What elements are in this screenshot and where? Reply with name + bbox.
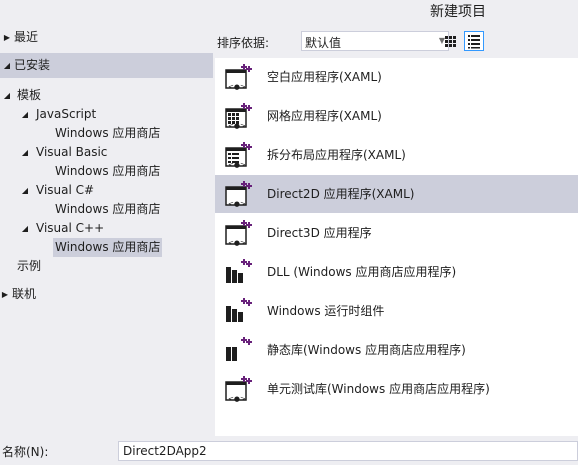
tree-item-label: Windows 应用商店 (55, 202, 161, 216)
svg-text:<●>: <●> (228, 161, 246, 169)
tree-item-cpp-store[interactable]: Windows 应用商店 (0, 238, 213, 257)
winrt-component-icon (223, 296, 253, 326)
direct2d-app-icon: <●> (223, 179, 253, 209)
template-item-label: Direct3D 应用程序 (267, 226, 372, 240)
tree-item-label: 联机 (12, 287, 37, 301)
template-item-label: 静态库(Windows 应用商店应用程序) (267, 343, 466, 357)
tree-item-label: Visual C# (36, 183, 95, 197)
svg-text:<●>: <●> (228, 239, 246, 247)
tree-item-javascript[interactable]: ◢ JavaScript (0, 105, 213, 124)
template-item[interactable]: <●> 拆分布局应用程序(XAML) (215, 136, 578, 174)
grid-view-button[interactable] (440, 31, 460, 51)
dll-icon (223, 257, 253, 287)
tree-item-label: 已安装 (14, 58, 51, 72)
tree-item-installed[interactable]: ◢ 已安装 (0, 53, 213, 78)
window-title: 新建项目 (430, 4, 486, 20)
tree-item-vb-store[interactable]: Windows 应用商店 (0, 162, 213, 181)
list-view-icon (468, 35, 480, 49)
template-item-label: 网格应用程序(XAML) (267, 109, 382, 123)
tree-item-label: JavaScript (36, 107, 97, 121)
tree-item-js-store[interactable]: Windows 应用商店 (0, 124, 213, 143)
collapsed-arrow-icon[interactable]: ▶ (0, 285, 10, 304)
list-view-button[interactable] (464, 31, 484, 51)
sort-value: 默认值 (305, 36, 342, 50)
template-item-label: DLL (Windows 应用商店应用程序) (267, 265, 457, 279)
name-row: 名称(N): (0, 437, 578, 465)
tree-item-online[interactable]: ▶ 联机 (0, 285, 213, 304)
tree-item-templates[interactable]: ◢ 模板 (0, 86, 213, 105)
unit-test-icon: <●> (223, 374, 253, 404)
tree-item-cs-store[interactable]: Windows 应用商店 (0, 200, 213, 219)
template-item[interactable]: <●> Direct3D 应用程序 (215, 214, 578, 252)
sort-dropdown[interactable]: 默认值 ▼ (301, 31, 449, 51)
expanded-arrow-icon[interactable]: ◢ (20, 143, 30, 162)
project-name-input[interactable] (118, 441, 578, 461)
grid-app-icon: <●> (223, 101, 253, 131)
tree-item-label: Windows 应用商店 (55, 126, 161, 140)
tree-item-label: Windows 应用商店 (53, 238, 163, 257)
template-item[interactable]: <●> 单元测试库(Windows 应用商店应用程序) (215, 370, 578, 408)
expanded-arrow-icon[interactable]: ◢ (20, 219, 30, 238)
tree-item-recent[interactable]: ▶ 最近 (0, 28, 213, 47)
template-item-label: Direct2D 应用程序(XAML) (267, 187, 415, 201)
svg-text:<●>: <●> (228, 83, 246, 91)
expanded-arrow-icon[interactable]: ◢ (20, 181, 30, 200)
tree-item-label: Visual Basic (36, 145, 108, 159)
expanded-arrow-icon[interactable]: ◢ (2, 86, 12, 105)
template-item[interactable]: <●> 网格应用程序(XAML) (215, 97, 578, 135)
sort-label: 排序依据: (217, 36, 270, 50)
blank-app-icon: <●> (223, 62, 253, 92)
template-item[interactable]: Windows 运行时组件 (215, 292, 578, 330)
svg-text:<●>: <●> (228, 122, 246, 130)
template-item-label: Windows 运行时组件 (267, 304, 385, 318)
tree-item-cs[interactable]: ◢ Visual C# (0, 181, 213, 200)
expanded-arrow-icon[interactable]: ◢ (20, 105, 30, 124)
grid-view-icon (445, 36, 456, 47)
template-list: <●> 空白应用程序(XAML) <●> 网格应用程序(XAML) <●> 拆分布局应用程… (215, 58, 578, 436)
tree-item-samples[interactable]: 示例 (0, 257, 213, 276)
template-item[interactable]: DLL (Windows 应用商店应用程序) (215, 253, 578, 291)
expanded-arrow-icon[interactable]: ◢ (2, 53, 12, 78)
direct3d-app-icon: <●> (223, 218, 253, 248)
tree-item-label: 模板 (17, 88, 42, 102)
tree-item-label: Visual C++ (36, 221, 105, 235)
svg-text:<●>: <●> (228, 395, 246, 403)
tree-item-vb[interactable]: ◢ Visual Basic (0, 143, 213, 162)
template-item-label: 单元测试库(Windows 应用商店应用程序) (267, 382, 490, 396)
static-lib-icon (223, 335, 253, 365)
tree-item-label: 示例 (17, 259, 42, 273)
collapsed-arrow-icon[interactable]: ▶ (2, 28, 12, 47)
template-item-label: 空白应用程序(XAML) (267, 70, 382, 84)
template-item[interactable]: 静态库(Windows 应用商店应用程序) (215, 331, 578, 369)
svg-text:<●>: <●> (228, 200, 246, 208)
template-item[interactable]: <●> Direct2D 应用程序(XAML) (215, 175, 578, 213)
tree-item-cpp[interactable]: ◢ Visual C++ (0, 219, 213, 238)
template-item[interactable]: <●> 空白应用程序(XAML) (215, 58, 578, 96)
tree-item-label: Windows 应用商店 (55, 164, 161, 178)
name-label: 名称(N): (2, 445, 49, 459)
tree-item-label: 最近 (14, 30, 39, 44)
split-app-icon: <●> (223, 140, 253, 170)
template-item-label: 拆分布局应用程序(XAML) (267, 148, 406, 162)
template-tree: ▶ 最近 ◢ 已安装 ◢ 模板 ◢ JavaScript Windows 应用商… (0, 26, 213, 436)
